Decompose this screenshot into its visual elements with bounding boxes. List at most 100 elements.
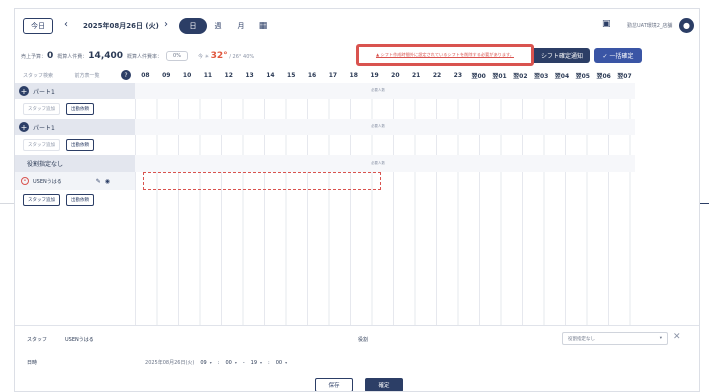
staff-label: スタッフ <box>27 337 48 343</box>
attendance-request-button[interactable]: 出勤依頼 <box>66 139 94 151</box>
today-button[interactable]: 今日 <box>23 18 53 34</box>
staff-column: スタッフ検索 前方表一覧 ? + パート1 スタッフ追加 出勤依頼 + パート1 ス… <box>15 67 135 210</box>
chevron-down-icon: ▾ <box>659 336 662 341</box>
datetime-row: 日時 2025年08月26日(火) 09 ▾ : 00 ▾ - 19 ▾ : 00 ▾ <box>27 357 287 368</box>
add-icon[interactable]: + <box>19 122 29 132</box>
hour-label: 12 <box>224 71 233 79</box>
start-hour-select[interactable]: 09 ▾ <box>200 357 211 368</box>
staff-cost-value: 14,400 <box>88 51 124 61</box>
help-icon[interactable]: ? <box>121 70 131 80</box>
chevron-down-icon: ▾ <box>285 360 288 365</box>
date-value: 2025年08月26日(火) <box>145 360 195 366</box>
current-date: 2025年08月26日 (火) <box>83 22 159 30</box>
staff-row[interactable]: • USENうはる ✎◉ <box>15 172 135 190</box>
weather: 今 ☀ 32° / 26° 40% <box>198 51 254 61</box>
staff-actions: スタッフ追加 出勤依頼 <box>15 190 135 210</box>
user-avatar-icon[interactable]: ● <box>679 18 694 33</box>
start-min-select[interactable]: 00 ▾ <box>225 357 236 368</box>
group-header[interactable]: + パート1 <box>15 83 135 99</box>
hour-label: 翌03 <box>533 72 549 80</box>
shift-edit-panel: スタッフ USENうはる 役割 役割指定なし ▾ ✕ 日時 2025年08月26日… <box>15 325 699 391</box>
view-month-tab[interactable]: 月 <box>231 18 251 34</box>
user-name: 勤怠UAT環境2_店舗 <box>627 23 673 29</box>
shift-grid[interactable]: 必要人数 必要人数 必要人数 <box>135 83 635 327</box>
chevron-down-icon: ▾ <box>260 360 263 365</box>
required-count-label: 必要人数 <box>371 88 385 92</box>
new-shift-placeholder[interactable] <box>143 172 381 190</box>
bulk-confirm-button[interactable]: ✓ 一括確定 <box>594 48 642 63</box>
hour-label: 翌04 <box>554 72 570 80</box>
next-day-icon[interactable]: › <box>159 19 173 30</box>
hour-label: 翌05 <box>575 72 590 80</box>
staff-column-header: スタッフ検索 前方表一覧 ? <box>15 67 135 83</box>
group-name: パート1 <box>33 88 55 96</box>
shift-confirm-notify-button[interactable]: シフト確定通知 <box>534 48 590 63</box>
sales-label: 売上予算： <box>21 53 47 60</box>
top-toolbar: 今日 ‹ 2025年08月26日 (火) › 日 週 月 ▦ ▣ 勤怠UAT環境… <box>15 9 699 43</box>
colon-sep: : <box>268 359 270 366</box>
message-icon[interactable]: ▣ <box>602 19 611 29</box>
hour-label: 15 <box>287 71 296 79</box>
range-sep: - <box>242 359 245 366</box>
weather-prefix: 今 ☀ <box>197 54 210 60</box>
attendance-request-button[interactable]: 出勤依頼 <box>66 103 94 115</box>
left-divider <box>0 203 14 204</box>
hour-label: 16 <box>307 71 317 79</box>
staff-value: USENうはる <box>65 337 94 343</box>
prev-day-icon[interactable]: ‹ <box>59 19 73 30</box>
hour-label: 23 <box>453 71 463 79</box>
view-week-tab[interactable]: 週 <box>208 18 228 34</box>
group-name: パート1 <box>33 124 55 132</box>
calendar-icon[interactable]: ▦ <box>255 18 271 34</box>
list-label[interactable]: 前方表一覧 <box>75 72 100 79</box>
add-icon[interactable]: + <box>19 86 29 96</box>
staff-cost-label: 概算人件費： <box>57 53 88 60</box>
staff-search-placeholder[interactable]: スタッフ検索 <box>23 72 53 79</box>
close-icon[interactable]: ✕ <box>673 332 681 342</box>
group-actions: スタッフ追加 出勤依頼 <box>15 135 135 155</box>
out-of-hours-alert[interactable]: ▲ シフト作成時間外に設定されているシフトを削除する必要があります。 <box>356 44 534 66</box>
add-staff-button[interactable]: スタッフ追加 <box>23 194 60 206</box>
staff-avatar-icon: • <box>21 177 29 185</box>
grid-band <box>135 83 635 99</box>
required-count-label: 必要人数 <box>371 124 385 128</box>
hour-label: 翌00 <box>471 72 486 80</box>
hour-label: 10 <box>182 71 192 79</box>
add-staff-button[interactable]: スタッフ追加 <box>23 139 60 151</box>
staff-row-info: スタッフ USENうはる <box>27 336 94 343</box>
date-label: 日時 <box>27 360 38 366</box>
temp-high: 32° <box>210 51 228 61</box>
group-header[interactable]: + パート1 <box>15 119 135 135</box>
hour-label: 18 <box>349 71 358 79</box>
no-position-group: 役割指定なし <box>15 155 135 172</box>
hour-label: 08 <box>141 71 150 79</box>
end-min-select[interactable]: 00 ▾ <box>276 357 287 368</box>
add-staff-button[interactable]: スタッフ追加 <box>23 103 60 115</box>
hour-label: 11 <box>203 71 213 79</box>
hour-label: 19 <box>370 71 379 79</box>
temp-rest: / 26° 40% <box>229 54 255 60</box>
rate-value: 0% <box>166 51 188 61</box>
rate-label: 概算人件費率： <box>127 53 163 60</box>
hour-label: 翌07 <box>617 72 632 80</box>
right-divider <box>700 203 709 204</box>
sales-value: 0 <box>47 51 54 61</box>
required-count-label: 必要人数 <box>371 161 385 165</box>
end-hour-select[interactable]: 19 ▾ <box>251 357 262 368</box>
stats-bar: 売上予算： 0 概算人件費： 14,400 概算人件費率： 0% 今 ☀ 32° /… <box>21 49 254 63</box>
attendance-request-button[interactable]: 出勤依頼 <box>66 194 94 206</box>
hour-label: 翌06 <box>596 72 611 80</box>
edit-view-icons[interactable]: ✎◉ <box>96 178 114 185</box>
hour-label: 翌01 <box>492 72 507 80</box>
hour-label: 20 <box>391 71 400 79</box>
hour-label: 14 <box>266 71 275 79</box>
save-button[interactable]: 保存 <box>315 378 353 391</box>
hour-label: 翌02 <box>513 72 528 80</box>
confirm-button[interactable]: 確定 <box>365 378 403 391</box>
colon-sep: : <box>217 359 220 366</box>
view-day-tab[interactable]: 日 <box>179 18 207 34</box>
position-value: 役割指定なし <box>568 336 595 342</box>
hour-header: 08 09 10 11 12 13 14 15 16 17 18 19 20 2… <box>135 67 635 83</box>
position-select[interactable]: 役割指定なし ▾ <box>562 332 668 345</box>
hour-label: 17 <box>328 71 338 79</box>
